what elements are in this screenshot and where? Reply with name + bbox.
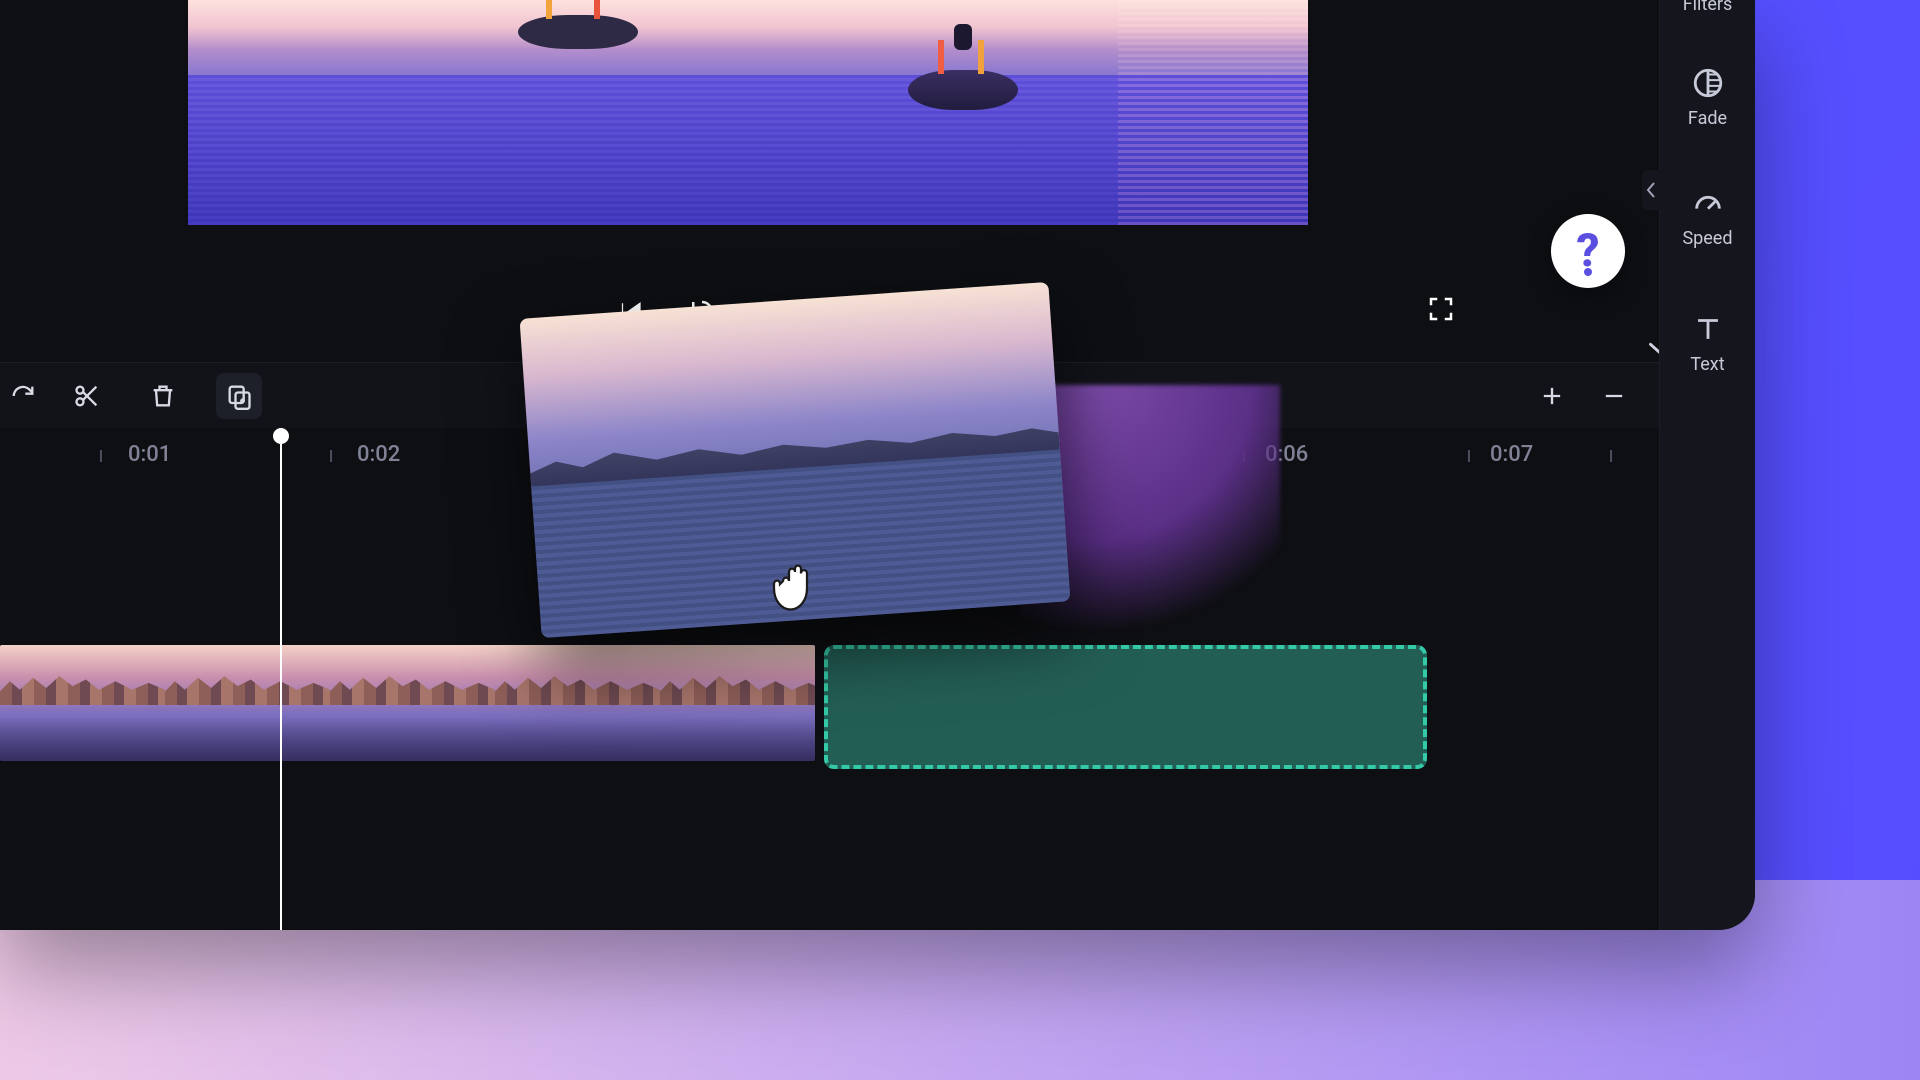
rail-label: Text [1690,354,1724,375]
help-button[interactable]: ? [1551,214,1625,288]
clip-thumbnail [0,645,165,761]
clip-thumbnail [495,645,660,761]
ruler-tick [1468,450,1470,462]
split-clip-button[interactable] [64,373,110,419]
text-icon [1691,312,1725,346]
fullscreen-button[interactable] [1426,294,1460,328]
rail-item-filters[interactable]: Filters [1660,0,1755,15]
clip-drop-target[interactable] [824,645,1427,769]
redo-icon [9,382,37,410]
scissors-icon [73,382,101,410]
preview-scene-boat [908,70,1018,110]
preview-scene-boat [518,15,638,49]
preview-scene-reflections [1118,0,1308,225]
clip-thumbnail [330,645,495,761]
delete-clip-button[interactable] [140,373,186,419]
video-editor-card: 5 5 ? [0,0,1755,930]
ruler-mark: 0:05 [1055,442,1098,467]
chevron-left-icon [1645,181,1657,199]
ruler-tick [330,450,332,462]
video-track[interactable] [0,645,1755,761]
ruler-tick [100,450,102,462]
ruler-mark: 0:07 [1490,442,1533,467]
minus-icon [1600,382,1628,410]
clip-thumbnail [165,645,330,761]
duplicate-clip-button[interactable] [216,373,262,419]
video-clip[interactable] [0,645,815,761]
ruler-tick [1610,450,1612,462]
duplicate-icon [225,382,253,410]
clip-thumbnail [660,645,815,761]
zoom-in-button[interactable] [1529,373,1575,419]
preview-monitor[interactable] [188,0,1308,225]
expand-rail-button[interactable] [1642,170,1660,210]
fullscreen-icon [1426,294,1456,324]
ruler-mark: 0:06 [1265,442,1308,467]
playhead[interactable] [280,428,282,930]
rail-item-text[interactable]: Text [1660,312,1755,375]
rail-label: Filters [1683,0,1733,15]
rail-label: Fade [1688,108,1727,129]
plus-icon [1538,382,1566,410]
trash-icon [149,382,177,410]
ruler-mark: 0:02 [357,442,400,467]
grab-cursor-icon [762,548,834,620]
ruler-tick [1243,450,1245,462]
rail-item-speed[interactable]: Speed [1660,186,1755,249]
zoom-out-button[interactable] [1591,373,1637,419]
properties-rail: Filters Fade Speed Text [1659,0,1755,930]
help-dot-icon [1584,268,1592,276]
redo-button[interactable] [0,373,46,419]
fade-icon [1691,66,1725,100]
speed-icon [1691,186,1725,220]
rail-item-fade[interactable]: Fade [1660,66,1755,129]
ruler-mark: 0:01 [128,442,171,467]
rail-label: Speed [1682,228,1732,249]
